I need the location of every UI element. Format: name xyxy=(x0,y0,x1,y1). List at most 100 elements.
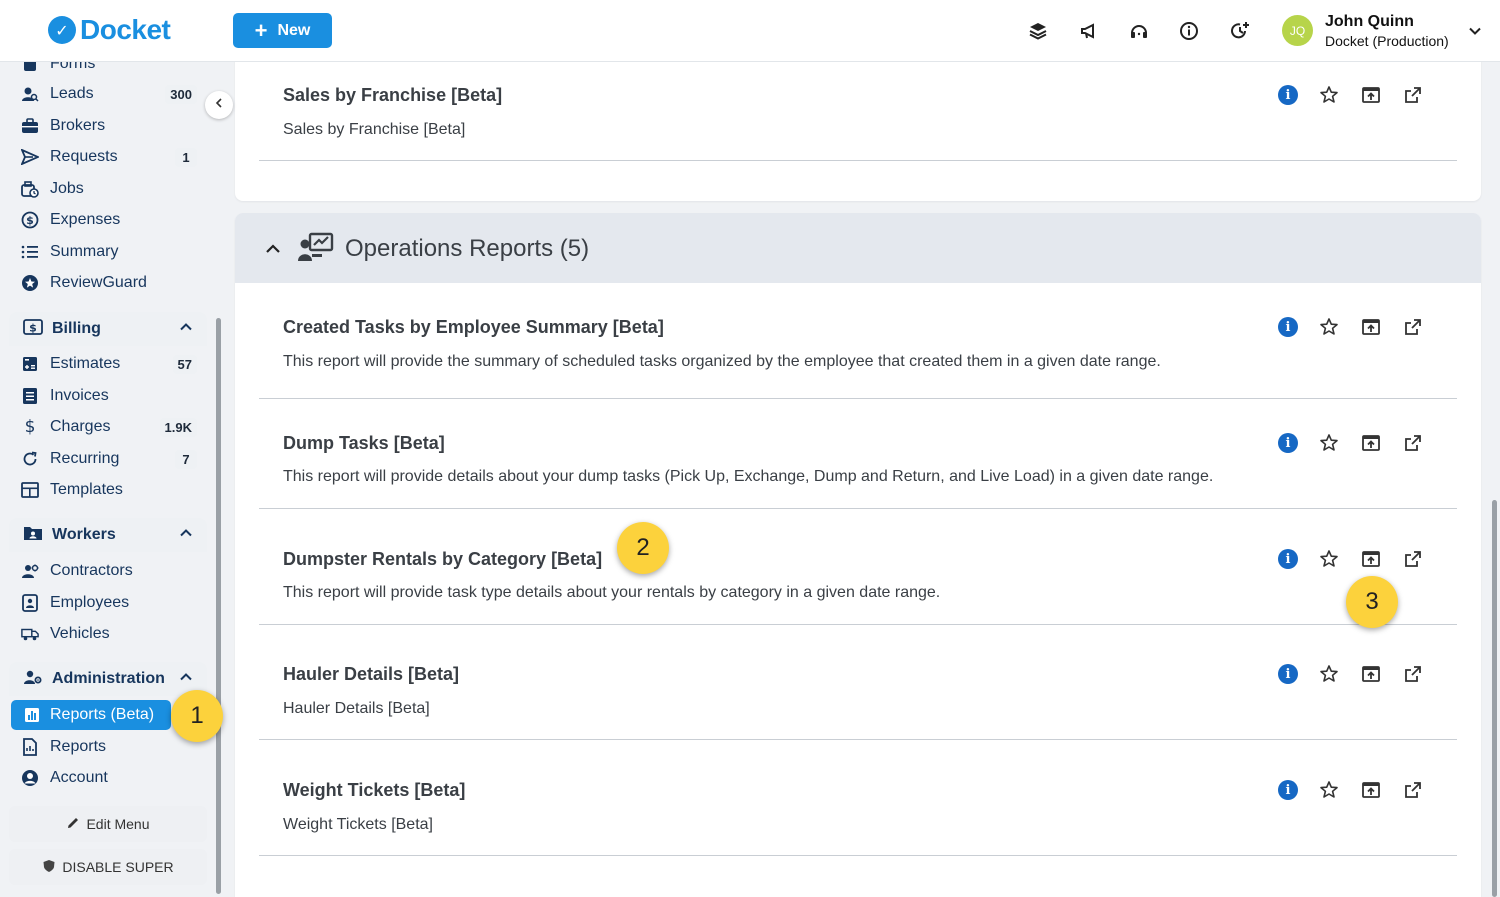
chevron-up-icon[interactable] xyxy=(179,320,193,339)
report-name[interactable]: Dump Tasks [Beta] xyxy=(283,433,445,454)
sidebar-item-reports[interactable]: Reports xyxy=(9,732,207,762)
sidebar-item-vehicles[interactable]: Vehicles xyxy=(9,619,207,649)
sidebar-item-requests[interactable]: Requests 1 xyxy=(9,142,207,172)
count-badge: 300 xyxy=(165,84,197,104)
administration-section-header[interactable]: Administration xyxy=(9,662,207,696)
edit-menu-button[interactable]: Edit Menu xyxy=(9,806,207,842)
report-name[interactable]: Hauler Details [Beta] xyxy=(283,664,459,685)
external-link-icon[interactable] xyxy=(1402,663,1424,685)
invoice-icon xyxy=(21,387,39,405)
star-icon[interactable] xyxy=(1318,663,1340,685)
sidebar-item-estimates[interactable]: Estimates 57 xyxy=(9,349,207,379)
open-window-icon[interactable] xyxy=(1360,432,1382,454)
sidebar-item-label: Contractors xyxy=(50,562,133,579)
sidebar-item-templates[interactable]: Templates xyxy=(9,475,207,505)
sidebar-item-contractors[interactable]: Contractors xyxy=(9,556,207,586)
report-name[interactable]: Sales by Franchise [Beta] xyxy=(283,85,502,106)
clock-add-icon[interactable] xyxy=(1228,19,1252,43)
info-icon[interactable]: i xyxy=(1277,779,1299,801)
collapse-sidebar-button[interactable] xyxy=(205,91,233,119)
sidebar-item-label: Invoices xyxy=(50,387,109,404)
sidebar-item-employees[interactable]: Employees xyxy=(9,588,207,618)
docket-logo-icon: ✓ xyxy=(48,16,76,44)
user-name[interactable]: John Quinn xyxy=(1325,13,1414,31)
sidebar-item-expenses[interactable]: $ Expenses xyxy=(9,205,207,235)
presentation-chart-icon xyxy=(298,232,334,267)
external-link-icon[interactable] xyxy=(1402,779,1424,801)
sidebar-item-leads[interactable]: Leads 300 xyxy=(9,79,207,109)
info-icon[interactable]: i xyxy=(1277,432,1299,454)
billing-section-header[interactable]: $ Billing xyxy=(9,312,207,346)
info-icon[interactable]: i xyxy=(1277,316,1299,338)
open-window-icon[interactable] xyxy=(1360,316,1382,338)
report-description: This report will provide task type detai… xyxy=(283,584,941,601)
sidebar-item-reviewguard[interactable]: ReviewGuard xyxy=(9,268,207,298)
dollar-icon: $ xyxy=(24,417,36,437)
sidebar-item-invoices[interactable]: Invoices xyxy=(9,381,207,411)
chevron-up-icon[interactable] xyxy=(265,241,281,262)
sidebar-item-brokers[interactable]: Brokers xyxy=(9,111,207,141)
report-row[interactable]: Dumpster Rentals by Category [Beta] This… xyxy=(259,509,1457,625)
sidebar-item-recurring[interactable]: Recurring 7 xyxy=(9,444,207,474)
report-row[interactable]: Created Tasks by Employee Summary [Beta]… xyxy=(259,283,1457,399)
count-badge: 7 xyxy=(175,449,197,469)
open-window-icon[interactable] xyxy=(1360,779,1382,801)
info-icon[interactable]: i xyxy=(1277,548,1299,570)
chevron-down-icon[interactable] xyxy=(1468,24,1482,43)
star-icon[interactable] xyxy=(1318,779,1340,801)
report-name[interactable]: Dumpster Rentals by Category [Beta] xyxy=(283,549,602,570)
sidebar-item-label: Requests xyxy=(50,148,118,165)
refresh-icon xyxy=(21,450,39,468)
sidebar-item-summary[interactable]: Summary xyxy=(9,237,207,267)
support-headset-icon[interactable] xyxy=(1127,19,1151,43)
user-org[interactable]: Docket (Production) xyxy=(1325,33,1449,49)
report-row[interactable]: Sales by Franchise [Beta] Sales by Franc… xyxy=(259,55,1457,161)
report-row[interactable]: Weight Tickets [Beta] Weight Tickets [Be… xyxy=(259,740,1457,856)
report-description: This report will provide the summary of … xyxy=(283,353,1161,370)
docket-logo[interactable]: ✓ Docket xyxy=(48,14,171,46)
star-icon[interactable] xyxy=(1318,84,1340,106)
star-icon[interactable] xyxy=(1318,548,1340,570)
report-name[interactable]: Created Tasks by Employee Summary [Beta] xyxy=(283,317,664,338)
info-icon[interactable]: i xyxy=(1277,663,1299,685)
sidebar-item-label: Expenses xyxy=(50,211,121,228)
dollar-circle-icon: $ xyxy=(21,211,39,229)
external-link-icon[interactable] xyxy=(1402,432,1424,454)
sidebar-item-account[interactable]: Account xyxy=(9,763,207,793)
sidebar-item-reports-beta[interactable]: Reports (Beta) xyxy=(11,700,171,730)
disable-super-button[interactable]: DISABLE SUPER xyxy=(9,849,207,885)
open-window-icon[interactable] xyxy=(1360,663,1382,685)
sidebar-item-label: Brokers xyxy=(50,117,106,134)
operations-reports-header[interactable]: Operations Reports (5) xyxy=(235,213,1481,283)
report-description: Weight Tickets [Beta] xyxy=(283,816,433,833)
sidebar-item-label: ReviewGuard xyxy=(50,274,147,291)
workers-section-header[interactable]: Workers xyxy=(9,518,207,552)
new-button[interactable]: + New xyxy=(233,13,332,48)
star-icon[interactable] xyxy=(1318,316,1340,338)
info-circle-icon[interactable] xyxy=(1177,19,1201,43)
info-icon[interactable]: i xyxy=(1277,84,1299,106)
page-scrollbar[interactable] xyxy=(1492,500,1497,897)
sidebar-scrollbar[interactable] xyxy=(216,318,221,894)
external-link-icon[interactable] xyxy=(1402,84,1424,106)
sidebar-item-label: Jobs xyxy=(50,180,84,197)
chevron-up-icon[interactable] xyxy=(179,526,193,545)
count-badge: 57 xyxy=(172,354,197,374)
report-row[interactable]: Dump Tasks [Beta] This report will provi… xyxy=(259,393,1457,509)
sidebar-item-charges[interactable]: $ Charges 1.9K xyxy=(9,412,207,442)
external-link-icon[interactable] xyxy=(1402,316,1424,338)
open-window-icon[interactable] xyxy=(1360,84,1382,106)
sidebar-item-jobs[interactable]: Jobs xyxy=(9,174,207,204)
star-icon[interactable] xyxy=(1318,432,1340,454)
report-name[interactable]: Weight Tickets [Beta] xyxy=(283,780,465,801)
megaphone-icon[interactable] xyxy=(1077,19,1101,43)
external-link-icon[interactable] xyxy=(1402,548,1424,570)
avatar[interactable]: JQ xyxy=(1282,15,1313,46)
list-icon xyxy=(21,243,39,261)
report-card-previous-section: Sales by Franchise [Beta] Sales by Franc… xyxy=(235,55,1481,201)
open-window-icon[interactable] xyxy=(1360,548,1382,570)
sidebar-item-label: Recurring xyxy=(50,450,120,467)
layers-icon[interactable] xyxy=(1026,19,1050,43)
report-row[interactable]: Hauler Details [Beta] Hauler Details [Be… xyxy=(259,624,1457,740)
chevron-up-icon[interactable] xyxy=(179,670,193,689)
